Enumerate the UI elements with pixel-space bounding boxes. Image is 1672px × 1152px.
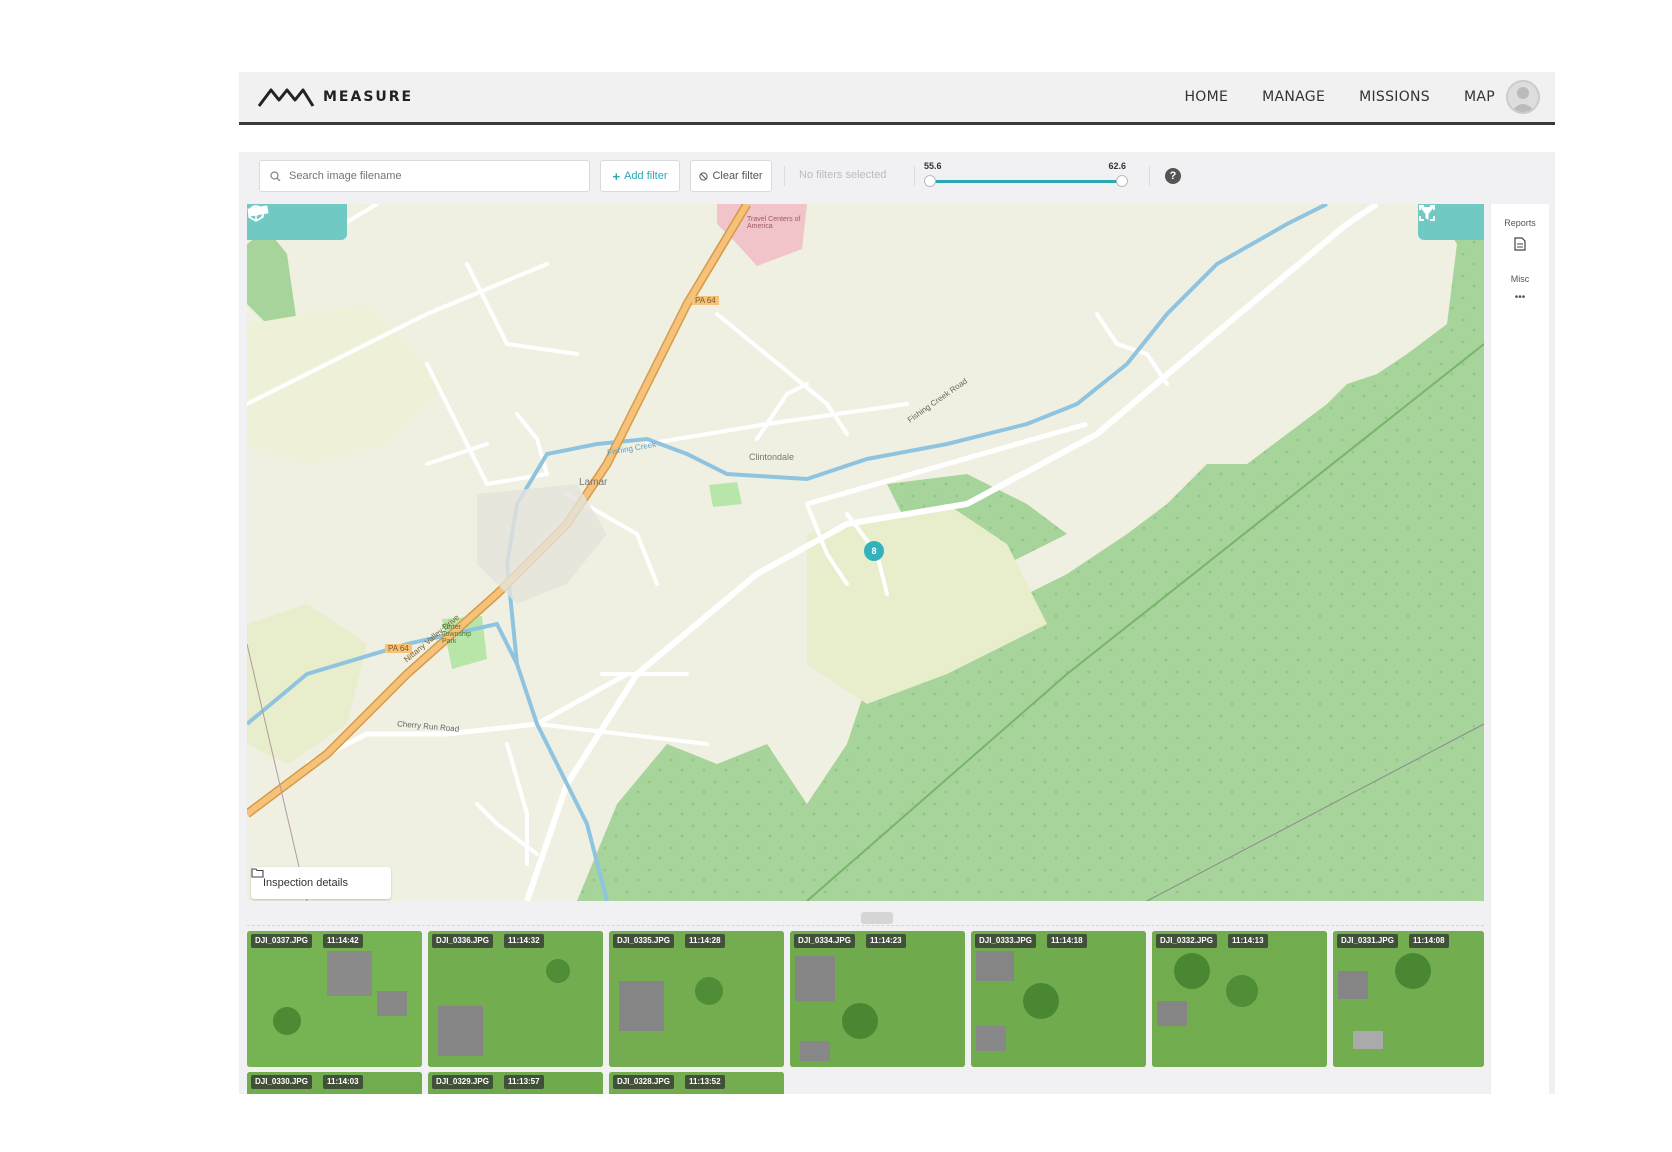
image-thumbnail-strip: DJI_0337.JPG 11:14:42 DJI_0336.JPG 11:14… <box>247 931 1484 1094</box>
ruler-icon[interactable] <box>247 204 269 218</box>
brand-name: MEASURE <box>323 89 414 105</box>
field-area <box>247 304 447 464</box>
slider-min-handle[interactable] <box>924 175 936 187</box>
report-document-icon[interactable] <box>1514 237 1526 251</box>
brand-logo[interactable]: MEASURE <box>257 84 413 110</box>
clear-icon <box>699 171 709 181</box>
plus-icon: + <box>612 168 621 184</box>
thumbnail-filename: DJI_0334.JPG <box>794 934 855 948</box>
value-range-slider[interactable]: 55.6 62.6 <box>924 160 1134 192</box>
reports-label: Reports <box>1504 218 1536 228</box>
nav-home[interactable]: HOME <box>1184 89 1228 105</box>
map-tools-right <box>1418 204 1484 240</box>
clear-filter-label: Clear filter <box>712 170 763 182</box>
thumbnail-filename: DJI_0331.JPG <box>1337 934 1398 948</box>
thumbnail-time: 11:14:13 <box>1228 934 1268 948</box>
divider <box>784 166 785 186</box>
thumbnail-filename: DJI_0333.JPG <box>975 934 1036 948</box>
thumbnail-filename: DJI_0335.JPG <box>613 934 674 948</box>
filter-toolbar: + Add filter Clear filter No filters sel… <box>259 160 1539 192</box>
map-view[interactable]: Lamar Clintondale Fishing Creek PA 64 PA… <box>247 204 1484 901</box>
search-icon <box>270 170 281 181</box>
thumbnail[interactable]: DJI_0333.JPG 11:14:18 <box>971 931 1146 1067</box>
forest-area <box>577 204 1484 901</box>
thumbnail-filename: DJI_0332.JPG <box>1156 934 1217 948</box>
divider <box>247 925 1484 926</box>
thumbnail[interactable]: DJI_0329.JPG 11:13:57 <box>428 1072 603 1094</box>
forest-patch-top-left <box>247 229 297 324</box>
thumbnail-time: 11:14:28 <box>685 934 725 948</box>
aerial-photo <box>790 931 965 1067</box>
misc-label: Misc <box>1510 274 1530 284</box>
aerial-photo <box>609 931 784 1067</box>
thumbnail-time: 11:14:08 <box>1409 934 1449 948</box>
main-nav: HOME MANAGE MISSIONS MAP <box>1184 72 1495 122</box>
map-tools-left <box>247 204 347 240</box>
thumbnail[interactable]: DJI_0336.JPG 11:14:32 <box>428 931 603 1067</box>
thumbnail-time: 11:14:03 <box>323 1075 363 1089</box>
thumbnail[interactable]: DJI_0334.JPG 11:14:23 <box>790 931 965 1067</box>
thumbnail-filename: DJI_0328.JPG <box>613 1075 674 1089</box>
thumbnail-time: 11:14:42 <box>323 934 363 948</box>
more-options-icon[interactable]: ••• <box>1491 292 1549 303</box>
fullscreen-icon[interactable] <box>1418 204 1436 222</box>
aerial-photo <box>247 931 422 1067</box>
map-label-place: Lamar <box>579 477 608 488</box>
mountain-logo-icon <box>257 88 315 107</box>
thumbnail[interactable]: DJI_0328.JPG 11:13:52 <box>609 1072 784 1094</box>
thumbnail[interactable]: DJI_0332.JPG 11:14:13 <box>1152 931 1327 1067</box>
thumbnail-time: 11:13:57 <box>504 1075 544 1089</box>
map-label-park: Porter Township Park <box>442 624 472 645</box>
app-window: MEASURE HOME MANAGE MISSIONS MAP Search … <box>239 72 1555 1094</box>
slider-max-handle[interactable] <box>1116 175 1128 187</box>
slider-min-value: 55.6 <box>924 161 942 171</box>
map-label-travel: Travel Centers of America <box>747 216 801 230</box>
map-label-village: Clintondale <box>749 452 795 462</box>
aerial-photo <box>971 931 1146 1067</box>
field-area <box>247 604 367 764</box>
inspection-details-button[interactable]: Inspection details <box>251 867 391 899</box>
user-icon <box>1511 87 1535 112</box>
thumbnail[interactable]: DJI_0337.JPG 11:14:42 <box>247 931 422 1067</box>
aerial-photo <box>1333 931 1484 1067</box>
nav-manage[interactable]: MANAGE <box>1262 89 1325 105</box>
slider-max-value: 62.6 <box>1108 161 1126 171</box>
park-area <box>709 482 742 507</box>
thumbnail-filename: DJI_0330.JPG <box>251 1075 312 1089</box>
nav-missions[interactable]: MISSIONS <box>1359 89 1430 105</box>
map-label-route: PA 64 <box>692 296 719 305</box>
thumbnail-filename: DJI_0337.JPG <box>251 934 312 948</box>
nav-map[interactable]: MAP <box>1464 89 1495 105</box>
thumbnail[interactable]: DJI_0331.JPG 11:14:08 <box>1333 931 1484 1067</box>
thumbnail-time: 11:14:32 <box>504 934 544 948</box>
thumbnail-time: 11:14:18 <box>1047 934 1087 948</box>
divider <box>1149 166 1150 186</box>
folder-icon <box>251 868 264 878</box>
search-box[interactable] <box>259 160 590 192</box>
no-filters-text: No filters selected <box>799 169 887 181</box>
thumbnail-filename: DJI_0336.JPG <box>432 934 493 948</box>
image-location-pin[interactable]: 8 <box>864 541 884 561</box>
help-icon[interactable]: ? <box>1165 168 1181 184</box>
divider <box>914 166 915 186</box>
town-area <box>477 484 607 604</box>
slider-track[interactable] <box>928 180 1122 183</box>
thumbnail-filename: DJI_0329.JPG <box>432 1075 493 1089</box>
thumbnail-time: 11:13:52 <box>685 1075 725 1089</box>
thumbnail-time: 11:14:23 <box>866 934 906 948</box>
resize-handle[interactable] <box>861 912 893 924</box>
search-input[interactable] <box>287 169 571 183</box>
top-header: MEASURE HOME MANAGE MISSIONS MAP <box>239 72 1555 125</box>
inspection-details-label: Inspection details <box>263 877 348 889</box>
clear-filter-button[interactable]: Clear filter <box>690 160 772 192</box>
aerial-photo <box>1152 931 1327 1067</box>
aerial-photo <box>428 931 603 1067</box>
add-filter-button[interactable]: + Add filter <box>600 160 680 192</box>
thumbnail[interactable]: DJI_0330.JPG 11:14:03 <box>247 1072 422 1094</box>
side-panel: Reports Misc ••• <box>1490 204 1549 1094</box>
add-filter-label: Add filter <box>624 170 668 182</box>
main-content: + Add filter Clear filter No filters sel… <box>239 152 1555 1094</box>
avatar[interactable] <box>1506 80 1540 114</box>
thumbnail[interactable]: DJI_0335.JPG 11:14:28 <box>609 931 784 1067</box>
